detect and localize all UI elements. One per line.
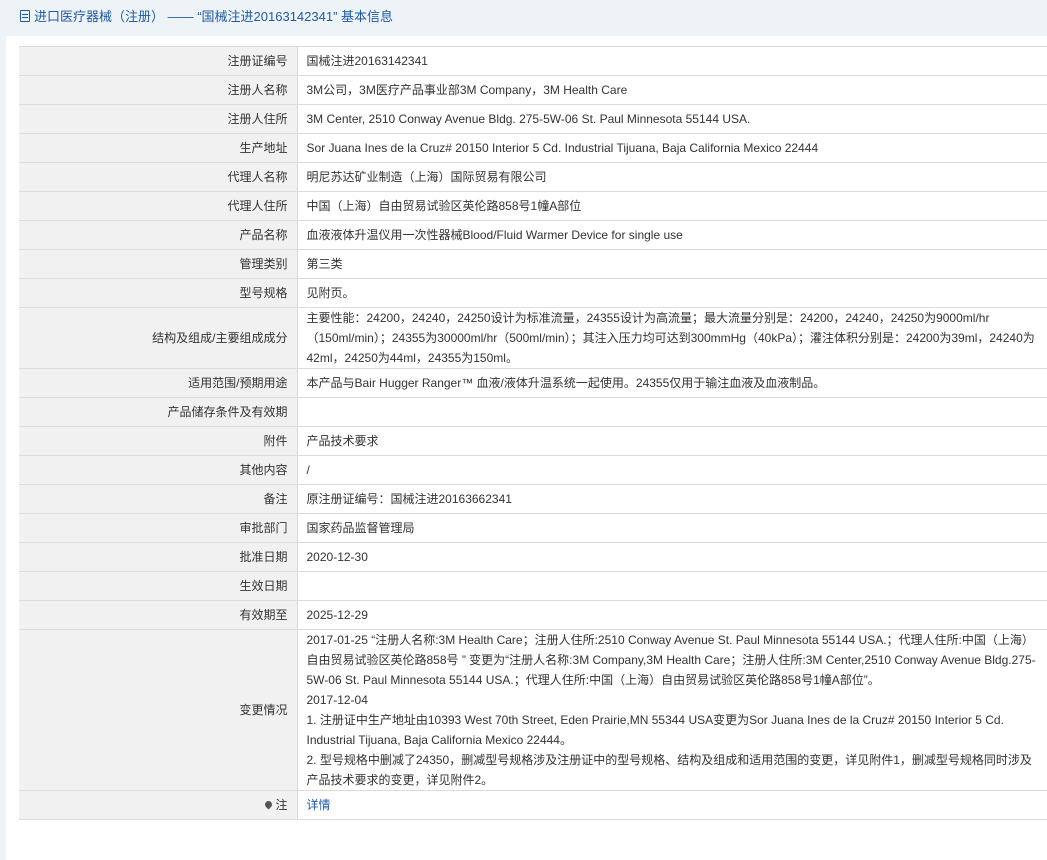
table-row: 备注 原注册证编号：国械注进20163662341 [19,484,1047,514]
table-row: 型号规格 见附页。 [19,278,1047,308]
row-value-approval-dept: 国家药品监督管理局 [297,513,1047,543]
row-label-agent-name: 代理人名称 [19,162,298,192]
table-row: 附件 产品技术要求 [19,426,1047,456]
row-label-agent-address: 代理人住所 [19,191,298,221]
table-row: 结构及组成/主要组成成分 主要性能：24200，24240，24250设计为标准流… [19,307,1047,369]
row-value-storage-validity [297,397,1047,427]
change-line: 2. 型号规格中删减了24350，删减型号规格涉及注册证中的型号规格、结构及组成… [306,753,1032,787]
row-value-valid-until: 2025-12-29 [297,600,1047,630]
row-label-valid-until: 有效期至 [19,600,298,630]
table-row: 适用范围/预期用途 本产品与Bair Hugger Ranger™ 血液/液体升温… [19,368,1047,398]
row-label-structure-composition: 结构及组成/主要组成成分 [19,307,298,369]
row-value-attachment: 产品技术要求 [297,426,1047,456]
note-label: 注 [275,798,288,812]
row-label-note: 注 [19,790,298,820]
document-icon [20,10,30,22]
row-value-agent-name: 明尼苏达矿业制造（上海）国际贸易有限公司 [297,162,1047,192]
page-title-bar: 进口医疗器械（注册） —— “国械注进20163142341” 基本信息 [0,0,1047,34]
table-row: 生效日期 [19,571,1047,601]
row-value-changes: 2017-01-25 “注册人名称:3M Health Care；注册人住所:2… [297,629,1047,791]
row-label-effective-date: 生效日期 [19,571,298,601]
row-label-registrant-name: 注册人名称 [19,75,298,105]
row-value-product-name: 血液液体升温仪用一次性器械Blood/Fluid Warmer Device f… [297,220,1047,250]
row-label-approval-dept: 审批部门 [19,513,298,543]
row-value-approval-date: 2020-12-30 [297,542,1047,572]
row-value-production-address: Sor Juana Ines de la Cruz# 20150 Interio… [297,133,1047,163]
row-label-model-spec: 型号规格 [19,278,298,308]
table-row: 注 详情 [19,790,1047,820]
row-value-reg-no: 国械注进20163142341 [297,46,1047,76]
row-label-storage-validity: 产品储存条件及有效期 [19,397,298,427]
table-row: 其他内容 / [19,455,1047,485]
table-row: 批准日期 2020-12-30 [19,542,1047,572]
row-label-product-name: 产品名称 [19,220,298,250]
info-table: 注册证编号 国械注进20163142341 注册人名称 3M公司，3M医疗产品事业部3… [19,46,1047,820]
table-row: 生产地址 Sor Juana Ines de la Cruz# 20150 Int… [19,133,1047,163]
details-link[interactable]: 详情 [307,798,331,812]
table-row: 代理人住所 中国（上海）自由贸易试验区英伦路858号1幢A部位 [19,191,1047,221]
row-label-registrant-address: 注册人住所 [19,104,298,134]
row-value-other-content: / [297,455,1047,485]
row-label-scope-of-use: 适用范围/预期用途 [19,368,298,398]
table-row: 注册证编号 国械注进20163142341 [19,46,1047,76]
row-value-model-spec: 见附页。 [297,278,1047,308]
table-row: 产品储存条件及有效期 [19,397,1047,427]
table-row: 注册人住所 3M Center, 2510 Conway Avenue Bldg.… [19,104,1047,134]
table-row: 有效期至 2025-12-29 [19,600,1047,630]
row-label-attachment: 附件 [19,426,298,456]
table-row: 代理人名称 明尼苏达矿业制造（上海）国际贸易有限公司 [19,162,1047,192]
row-value-registrant-name: 3M公司，3M医疗产品事业部3M Company，3M Health Care [297,75,1047,105]
table-row: 管理类别 第三类 [19,249,1047,279]
row-label-other-content: 其他内容 [19,455,298,485]
table-row: 变更情况 2017-01-25 “注册人名称:3M Health Care；注册人… [19,629,1047,791]
table-row: 注册人名称 3M公司，3M医疗产品事业部3M Company，3M Health … [19,75,1047,105]
row-value-registrant-address: 3M Center, 2510 Conway Avenue Bldg. 275-… [297,104,1047,134]
table-row: 审批部门 国家药品监督管理局 [19,513,1047,543]
row-label-remarks: 备注 [19,484,298,514]
row-value-note: 详情 [297,790,1047,820]
row-value-agent-address: 中国（上海）自由贸易试验区英伦路858号1幢A部位 [297,191,1047,221]
row-label-production-address: 生产地址 [19,133,298,163]
row-value-management-class: 第三类 [297,249,1047,279]
row-value-structure-composition: 主要性能：24200，24240，24250设计为标准流量，24355设计为高流… [297,307,1047,369]
row-label-changes: 变更情况 [19,629,298,791]
table-row: 产品名称 血液液体升温仪用一次性器械Blood/Fluid Warmer Devi… [19,220,1047,250]
row-value-scope-of-use: 本产品与Bair Hugger Ranger™ 血液/液体升温系统一起使用。24… [297,368,1047,398]
pin-icon [264,799,274,810]
change-line: 2017-12-04 [306,693,368,707]
row-value-effective-date [297,571,1047,601]
row-label-management-class: 管理类别 [19,249,298,279]
change-line: 1. 注册证中生产地址由10393 West 70th Street, Eden… [306,713,1004,747]
change-line: 2017-01-25 “注册人名称:3M Health Care；注册人住所:2… [306,633,1036,687]
page-title: 进口医疗器械（注册） —— “国械注进20163142341” 基本信息 [34,9,394,24]
row-label-approval-date: 批准日期 [19,542,298,572]
row-value-remarks: 原注册证编号：国械注进20163662341 [297,484,1047,514]
row-label-reg-no: 注册证编号 [19,46,298,76]
info-panel: 注册证编号 国械注进20163142341 注册人名称 3M公司，3M医疗产品事业部3… [6,36,1047,860]
